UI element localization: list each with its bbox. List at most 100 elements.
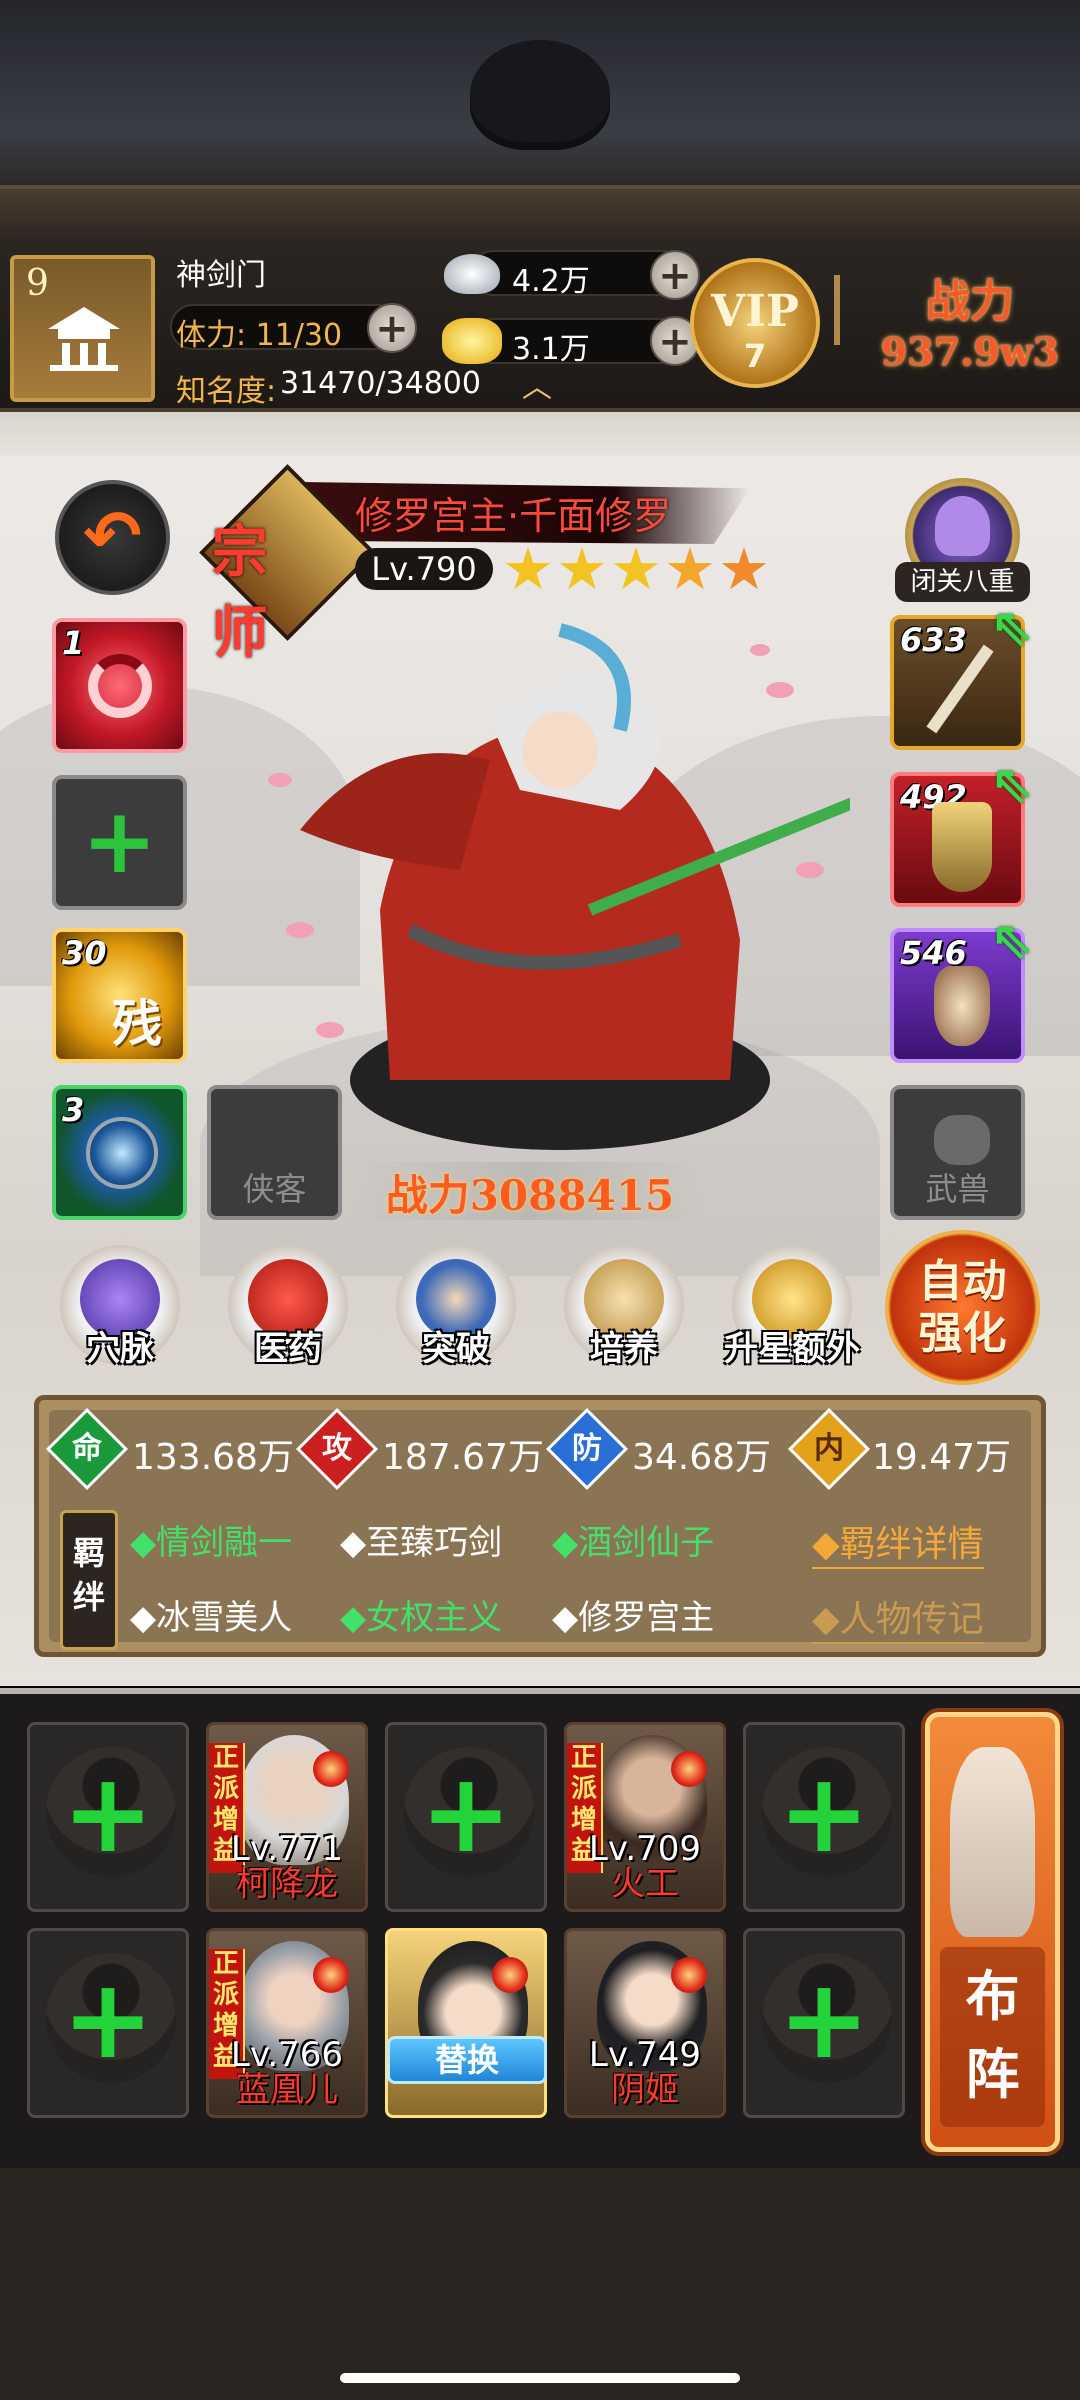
stamina-text: 体力: 11/30	[176, 318, 343, 353]
add-icon: +	[61, 1749, 155, 1877]
bond-item[interactable]: ◆冰雪美人	[130, 1590, 292, 1639]
silver-amount: 4.2万	[512, 264, 590, 299]
hero-name: 修罗宫主·千面修罗	[355, 494, 672, 538]
gourd-icon	[934, 966, 990, 1046]
fragment-glyph: 残	[112, 995, 162, 1053]
roof-decoration	[0, 0, 1080, 240]
member-name: 蓝凰儿	[236, 2070, 338, 2110]
pavilion-icon	[48, 307, 120, 371]
status-dot-icon	[492, 1957, 528, 1993]
skill-meridian[interactable]: 穴脉	[60, 1245, 180, 1369]
slot-count: 1	[62, 624, 85, 662]
empty-team-slot[interactable]: +	[385, 1722, 547, 1912]
empty-team-slot[interactable]: +	[27, 1722, 189, 1912]
beast-label: 武兽	[925, 1170, 990, 1208]
defense-value: 34.68万	[632, 1437, 772, 1478]
gold-ingot-icon	[442, 318, 502, 364]
power-value: 937.9w3	[880, 329, 1060, 374]
back-button[interactable]: ↶	[55, 480, 170, 595]
swap-button[interactable]: 替换	[387, 2036, 547, 2084]
orb-slot[interactable]: 3	[52, 1085, 187, 1220]
compass-icon	[86, 1117, 158, 1189]
hero-portrait	[268, 623, 850, 1150]
bond-item[interactable]: ◆女权主义	[340, 1590, 502, 1639]
vip-badge[interactable]: VIP 7	[690, 258, 820, 388]
formation-label: 布阵	[940, 1947, 1045, 2127]
skill-breakthrough[interactable]: 突破	[396, 1245, 516, 1369]
current-hero-slot[interactable]	[385, 1928, 547, 2118]
skill-label: 医药	[254, 1329, 322, 1369]
hero-level: Lv.790	[355, 548, 493, 590]
empty-team-slot[interactable]: +	[27, 1928, 189, 2118]
member-name: 柯降龙	[236, 1864, 338, 1904]
bond-item[interactable]: ◆情剑融一	[130, 1515, 292, 1564]
skill-medicine[interactable]: 医药	[228, 1245, 348, 1369]
add-icon: +	[777, 1955, 871, 2083]
status-dot-icon	[671, 1957, 707, 1993]
elder-portrait	[950, 1747, 1035, 1937]
add-icon: +	[81, 789, 158, 894]
team-member[interactable]: 正派增益 Lv.771 柯降龙	[206, 1722, 368, 1912]
empty-team-slot[interactable]: +	[743, 1722, 905, 1912]
add-stamina-button[interactable]: +	[367, 303, 417, 353]
add-icon: +	[61, 1955, 155, 2083]
status-dot-icon	[313, 1957, 349, 1993]
collapse-chevron-icon[interactable]: ︿	[522, 373, 552, 403]
star-icon: ★	[718, 535, 770, 603]
manual-slot[interactable]: 30 残	[52, 928, 187, 1063]
swirl-icon	[88, 654, 152, 718]
member-name: 火工	[611, 1864, 679, 1904]
silver-ingot-icon	[444, 254, 500, 294]
biography-link[interactable]: ◆人物传记	[812, 1590, 984, 1644]
empty-team-slot[interactable]: +	[743, 1928, 905, 2118]
hero-combat-power: 战力3088415	[350, 1162, 710, 1220]
formation-button[interactable]: 布阵	[925, 1712, 1060, 2152]
team-member[interactable]: Lv.749 阴姬	[564, 1928, 726, 2118]
sect-name: 神剑门	[176, 258, 266, 293]
star-icon: ★	[556, 535, 608, 603]
team-member[interactable]: 正派增益 Lv.766 蓝凰儿	[206, 1928, 368, 2118]
team-member[interactable]: 正派增益 Lv.709 火工	[564, 1722, 726, 1912]
roof-eave	[0, 185, 1080, 240]
gold-amount: 3.1万	[512, 332, 590, 367]
skill-star-up[interactable]: 升星额外	[724, 1245, 860, 1369]
empty-slot[interactable]: +	[52, 775, 187, 910]
skill-training[interactable]: 培养	[564, 1245, 684, 1369]
home-indicator[interactable]	[340, 2373, 740, 2383]
meditation-icon	[935, 496, 990, 556]
bond-item[interactable]: ◆酒剑仙子	[552, 1515, 714, 1564]
beast-slot[interactable]: 武兽	[890, 1085, 1025, 1220]
hp-value: 133.68万	[132, 1437, 294, 1478]
bond-tag: 羁绊	[60, 1510, 118, 1650]
combat-power-text: 战力3088415	[385, 1171, 675, 1220]
sect-badge[interactable]: 9	[10, 255, 155, 402]
total-power[interactable]: 战力 937.9w3	[870, 265, 1070, 385]
panel-band	[0, 412, 1080, 456]
companion-label: 侠客	[242, 1170, 307, 1208]
bond-item[interactable]: ◆至臻巧剑	[340, 1515, 502, 1564]
star-icon: ★	[664, 535, 716, 603]
add-icon: +	[777, 1749, 871, 1877]
sect-level: 9	[26, 263, 49, 304]
power-label: 战力	[926, 276, 1014, 327]
add-icon: +	[419, 1749, 513, 1877]
add-silver-button[interactable]: +	[650, 250, 700, 300]
upgrade-arrow-icon: ⇖	[990, 755, 1034, 815]
member-name: 阴姬	[611, 2070, 679, 2110]
bond-item[interactable]: ◆修罗宫主	[552, 1590, 714, 1639]
roof-ornament-icon	[470, 40, 610, 150]
slot-count: 633	[900, 621, 967, 659]
star-icon: ★	[502, 535, 554, 603]
internal-value: 19.47万	[872, 1437, 1012, 1478]
auto-strengthen-button[interactable]: 自动强化	[885, 1230, 1040, 1385]
status-dot-icon	[671, 1751, 707, 1787]
treasure-slot[interactable]: 1	[52, 618, 187, 753]
divider	[834, 275, 840, 345]
skill-label: 穴脉	[86, 1329, 154, 1369]
skill-label: 培养	[590, 1329, 658, 1369]
beast-icon	[934, 1115, 990, 1165]
attack-value: 187.67万	[382, 1437, 544, 1478]
vip-label: VIP	[711, 286, 799, 337]
bond-details-link[interactable]: ◆羁绊详情	[812, 1515, 984, 1569]
slot-count: 3	[62, 1091, 85, 1129]
